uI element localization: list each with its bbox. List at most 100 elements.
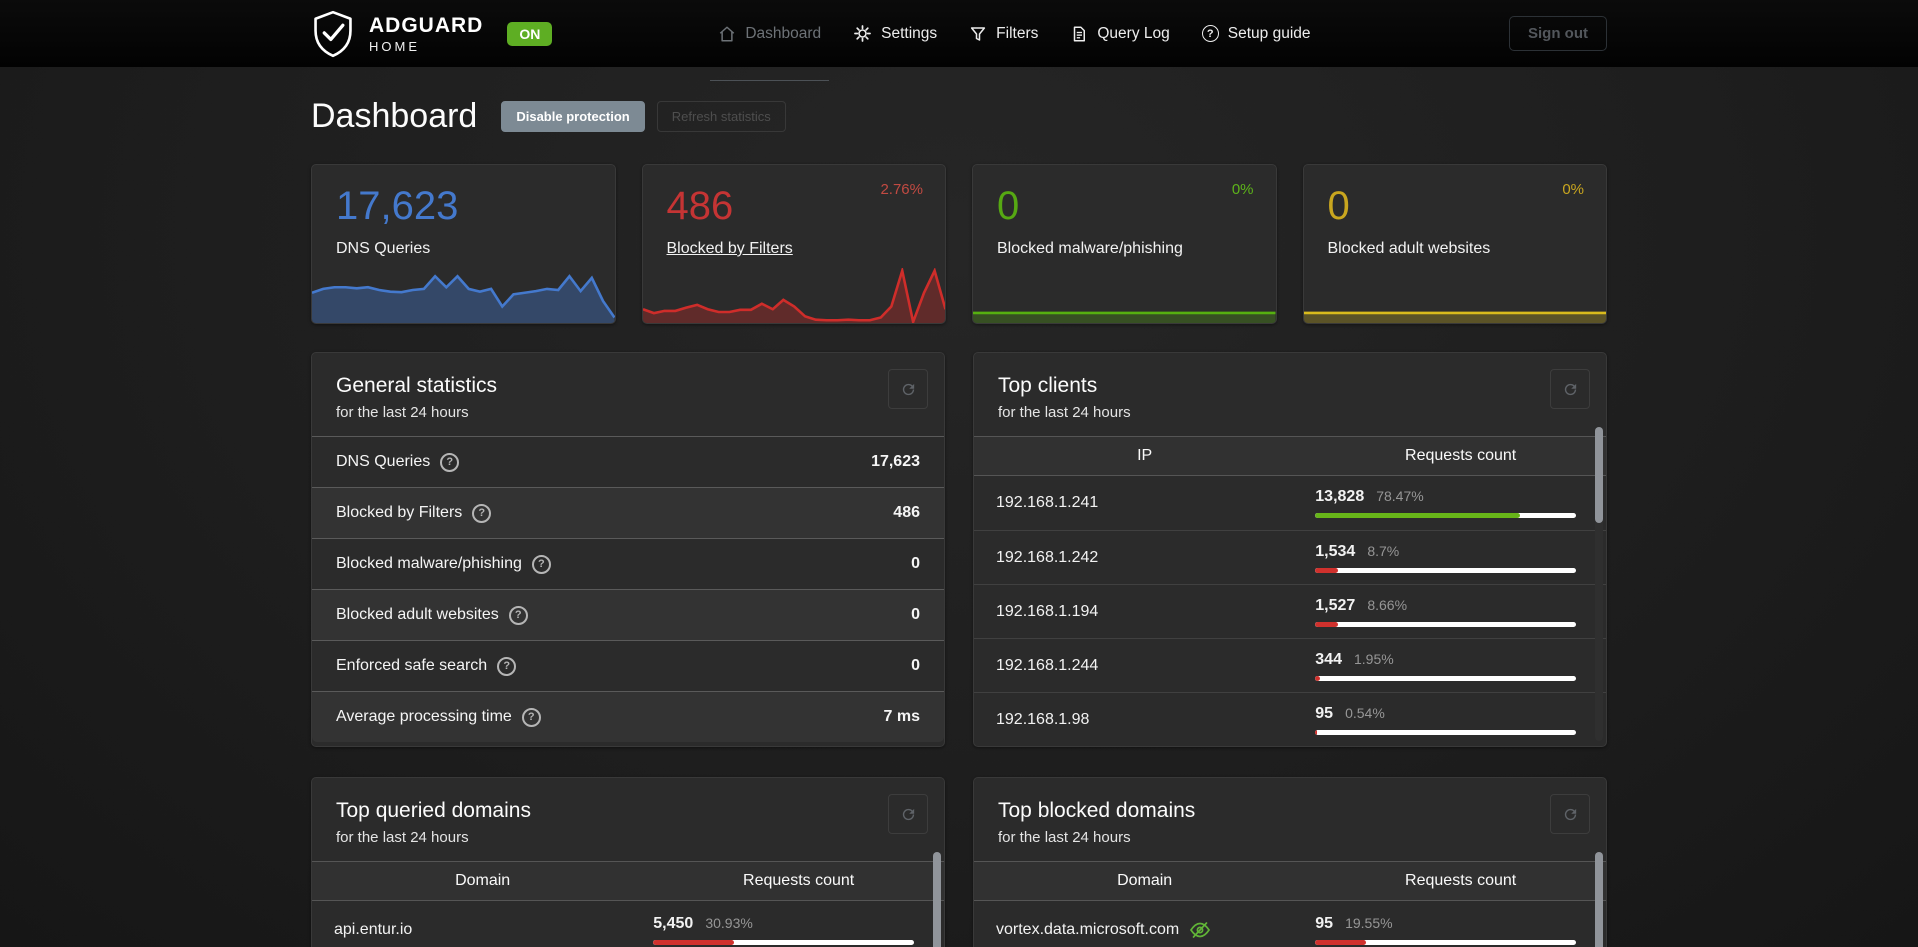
client-ip: 192.168.1.244 <box>996 656 1099 674</box>
stats-label: Average processing time <box>336 708 512 725</box>
card-blocked-by-filters: 2.76% 486 Blocked by Filters <box>641 164 946 324</box>
requests-bar-fill <box>1315 675 1321 681</box>
blocked-filters-link[interactable]: Blocked by Filters <box>667 240 946 258</box>
requests-count: 344 <box>1315 650 1342 668</box>
help-icon[interactable]: ? <box>508 605 528 625</box>
requests-bar <box>1315 513 1576 518</box>
gear-icon <box>854 25 872 42</box>
stats-value: 486 <box>893 504 920 521</box>
scrollbar-thumb[interactable] <box>1595 852 1603 947</box>
stats-value: 0 <box>911 657 920 674</box>
top-blocked-scrollbar[interactable] <box>1595 852 1603 947</box>
help-icon[interactable]: ? <box>472 503 492 523</box>
main-nav: Dashboard Settings Filters Query Log ? S… <box>702 0 1327 81</box>
requests-count: 1,527 <box>1315 596 1356 614</box>
top-queried-scrollbar[interactable] <box>933 852 941 947</box>
column-header-ip: IP <box>1137 447 1153 464</box>
client-ip: 192.168.1.98 <box>996 710 1090 728</box>
nav-item-settings[interactable]: Settings <box>837 0 953 67</box>
client-row: 192.168.1.194 1,527 8.66% <box>974 584 1606 638</box>
blocked-adult-percent: 0% <box>1562 181 1584 198</box>
domain-row: vortex.data.microsoft.com 95 19.55% <box>974 901 1606 947</box>
stats-label: DNS Queries <box>336 453 431 470</box>
domain-row: api.entur.io 5,450 30.93% <box>312 901 944 947</box>
client-ip: 192.168.1.242 <box>996 548 1099 566</box>
nav-label-setup-guide: Setup guide <box>1227 24 1311 42</box>
stats-row-blocked-malware: Blocked malware/phishing ? 0 <box>312 538 944 589</box>
help-icon[interactable]: ? <box>440 452 460 472</box>
sign-out-button[interactable]: Sign out <box>1509 16 1607 51</box>
help-icon[interactable]: ? <box>497 656 517 676</box>
nav-item-setup-guide[interactable]: ? Setup guide <box>1186 0 1327 67</box>
nav-item-filters[interactable]: Filters <box>953 0 1054 67</box>
question-circle-icon: ? <box>1201 25 1219 42</box>
general-statistics-subtitle: for the last 24 hours <box>336 404 469 421</box>
stats-value: 0 <box>911 606 920 623</box>
top-blocked-table-header: Domain Requests count <box>974 861 1606 901</box>
refresh-icon <box>902 808 914 820</box>
stats-row-dns-queries: DNS Queries ? 17,623 <box>312 436 944 487</box>
top-queried-title: Top queried domains <box>336 799 531 822</box>
nav-item-query-log[interactable]: Query Log <box>1054 0 1185 67</box>
requests-bar-fill <box>1315 621 1338 627</box>
stats-row-processing-time: Average processing time ? 7 ms <box>312 691 944 742</box>
client-ip: 192.168.1.194 <box>996 602 1099 620</box>
nav-label-dashboard: Dashboard <box>745 24 822 42</box>
requests-percent: 8.66% <box>1367 596 1408 613</box>
requests-bar-fill <box>1315 567 1338 573</box>
general-statistics-title: General statistics <box>336 374 498 397</box>
nav-item-dashboard[interactable]: Dashboard <box>702 0 837 81</box>
requests-bar <box>1315 675 1576 681</box>
stats-value: 0 <box>911 555 920 572</box>
top-clients-title: Top clients <box>998 374 1098 397</box>
help-icon[interactable]: ? <box>531 554 551 574</box>
dns-queries-label: DNS Queries <box>336 240 431 257</box>
stats-row-blocked-filters: Blocked by Filters ? 486 <box>312 487 944 538</box>
general-statistics-panel: General statistics for the last 24 hours… <box>311 352 945 747</box>
dashboard-page: Dashboard Disable protection Refresh sta… <box>311 97 1607 947</box>
requests-percent: 8.7% <box>1367 542 1400 559</box>
requests-bar <box>1315 621 1576 627</box>
stats-label: Blocked adult websites <box>336 606 499 623</box>
card-blocked-malware: 0% 0 Blocked malware/phishing <box>972 164 1277 324</box>
blocked-malware-label: Blocked malware/phishing <box>997 240 1183 257</box>
nav-label-filters: Filters <box>996 24 1039 42</box>
nav-label-settings: Settings <box>881 24 938 42</box>
funnel-icon <box>971 26 986 41</box>
top-blocked-refresh-button[interactable] <box>1550 794 1590 834</box>
refresh-statistics-button[interactable]: Refresh statistics <box>656 101 786 132</box>
requests-bar-fill <box>1315 940 1367 945</box>
page-title: Dashboard <box>311 97 478 135</box>
requests-percent: 78.47% <box>1376 488 1424 504</box>
stats-row-safe-search: Enforced safe search ? 0 <box>312 640 944 691</box>
adguard-logo: ADGUARD HOME ON <box>311 10 553 58</box>
scrollbar-thumb[interactable] <box>933 852 941 947</box>
scrollbar-thumb[interactable] <box>1595 427 1603 523</box>
client-ip: 192.168.1.241 <box>996 494 1099 511</box>
top-blocked-domains-panel: Top blocked domains for the last 24 hour… <box>973 777 1607 947</box>
requests-bar <box>1315 567 1576 573</box>
top-navbar: ADGUARD HOME ON Dashboard Settings Filte… <box>0 0 1918 81</box>
eye-off-icon[interactable] <box>1189 919 1211 941</box>
requests-bar <box>1315 940 1576 945</box>
top-clients-table-header: IP Requests count <box>974 436 1606 476</box>
stats-label: Enforced safe search <box>336 657 488 674</box>
refresh-icon <box>1564 383 1576 395</box>
top-queried-refresh-button[interactable] <box>888 794 928 834</box>
client-row: 192.168.1.242 1,534 8.7% <box>974 530 1606 584</box>
disable-protection-button[interactable]: Disable protection <box>501 101 645 132</box>
home-icon <box>720 26 735 41</box>
stats-row-blocked-adult: Blocked adult websites ? 0 <box>312 589 944 640</box>
top-clients-scrollbar[interactable] <box>1595 427 1603 741</box>
requests-percent: 19.55% <box>1345 915 1393 931</box>
general-statistics-refresh-button[interactable] <box>888 369 928 409</box>
help-icon[interactable]: ? <box>521 707 541 727</box>
top-queried-subtitle: for the last 24 hours <box>336 829 469 846</box>
blocked-filters-sparkline <box>642 268 945 323</box>
column-header-domain: Domain <box>455 872 511 889</box>
requests-percent: 30.93% <box>705 915 753 931</box>
shield-check-icon <box>314 10 352 57</box>
top-clients-refresh-button[interactable] <box>1550 369 1590 409</box>
card-dns-queries: 17,623 DNS Queries <box>311 164 616 324</box>
requests-count: 1,534 <box>1315 542 1356 560</box>
